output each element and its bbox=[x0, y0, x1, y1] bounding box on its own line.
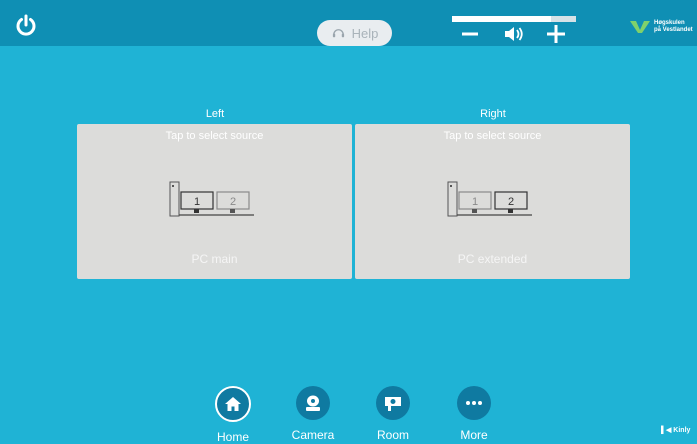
right-source-name: PC extended bbox=[457, 252, 528, 266]
help-button[interactable]: Help bbox=[317, 20, 392, 46]
right-screen-panel[interactable]: Tap to select source 1 2 PC extended bbox=[355, 124, 630, 279]
more-icon bbox=[466, 401, 482, 405]
left-screen-label: Left bbox=[205, 108, 225, 120]
nav-room-label: Room bbox=[376, 428, 409, 442]
brand-logo: Høgskulen på Vestlandet bbox=[630, 20, 693, 34]
room-button[interactable] bbox=[376, 386, 410, 420]
brand-line-1: Høgskulen bbox=[654, 20, 685, 26]
camera-button[interactable] bbox=[296, 386, 330, 420]
volume-down-icon[interactable] bbox=[461, 25, 479, 43]
kinly-mark-icon: ▌◀ bbox=[661, 427, 674, 434]
nav-home[interactable]: Home bbox=[203, 386, 263, 444]
nav-more-label: More bbox=[460, 428, 488, 442]
volume-up-icon[interactable] bbox=[546, 24, 566, 44]
svg-text:1: 1 bbox=[472, 196, 478, 208]
left-screen-panel[interactable]: Tap to select source 1 2 PC main bbox=[77, 124, 352, 279]
pc-displays-icon: 1 2 bbox=[447, 181, 532, 217]
touch-panel-screen: Help Høgskulen på Vestlandet Left Tap to… bbox=[0, 0, 697, 444]
nav-camera-label: Camera bbox=[291, 428, 335, 442]
right-tap-hint: Tap to select source bbox=[443, 130, 542, 142]
power-icon[interactable] bbox=[14, 14, 38, 38]
brand-mark-icon bbox=[630, 21, 650, 33]
nav-camera[interactable]: Camera bbox=[283, 386, 343, 442]
nav-room[interactable]: Room bbox=[363, 386, 423, 442]
more-button[interactable] bbox=[457, 386, 491, 420]
right-screen-label: Right bbox=[480, 108, 506, 120]
nav-more[interactable]: More bbox=[444, 386, 504, 442]
svg-text:2: 2 bbox=[230, 196, 236, 208]
camera-icon bbox=[306, 395, 320, 411]
room-icon bbox=[385, 397, 401, 411]
svg-text:2: 2 bbox=[508, 196, 514, 208]
home-icon bbox=[225, 397, 241, 411]
bottom-nav: Home Camera Room More bbox=[0, 386, 697, 444]
kinly-logo: ▌◀ Kinly bbox=[661, 426, 690, 434]
left-source-name: PC main bbox=[191, 252, 238, 266]
volume-bar[interactable] bbox=[452, 16, 576, 22]
help-label: Help bbox=[351, 25, 379, 41]
speaker-icon bbox=[505, 27, 523, 41]
kinly-text: Kinly bbox=[673, 427, 691, 434]
left-tap-hint: Tap to select source bbox=[165, 130, 264, 142]
home-button[interactable] bbox=[215, 386, 251, 422]
svg-text:1: 1 bbox=[194, 196, 200, 208]
top-bar: Help Høgskulen på Vestlandet bbox=[0, 0, 697, 46]
headset-icon bbox=[332, 28, 344, 37]
brand-line-2: på Vestlandet bbox=[654, 27, 693, 33]
volume-level bbox=[452, 16, 552, 22]
pc-displays-icon: 1 2 bbox=[169, 181, 254, 217]
